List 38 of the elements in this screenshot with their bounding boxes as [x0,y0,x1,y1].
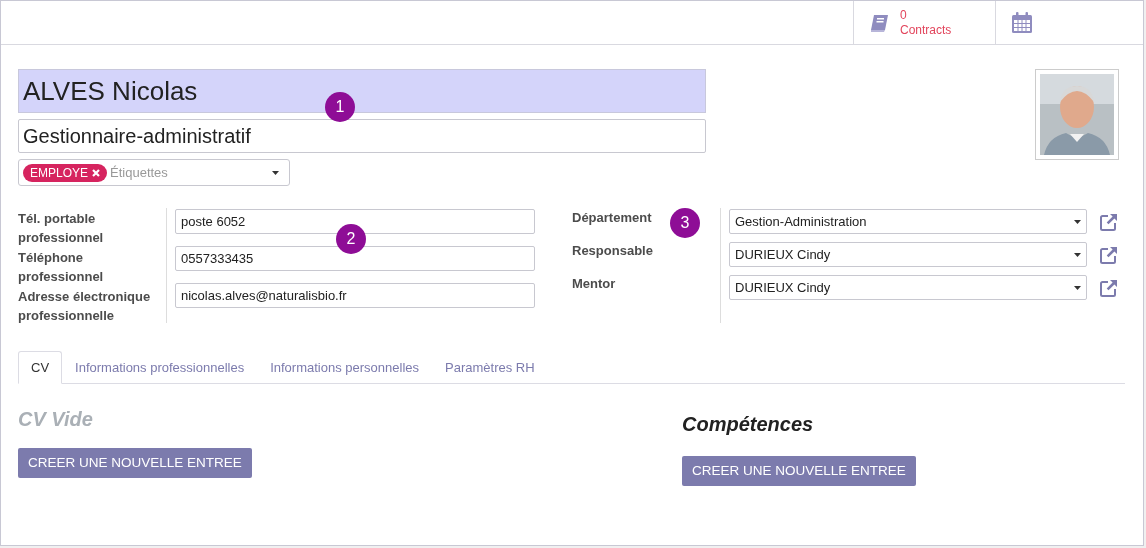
step-marker: 3 [670,208,700,238]
text-field[interactable]: 0557333435 [175,246,535,271]
select-field[interactable]: Gestion-Administration [729,209,1087,234]
field-label: Tél. portable professionnel [18,210,105,245]
tab[interactable]: Paramètres RH [432,351,548,384]
step-marker: 1 [325,92,355,122]
contracts-count: 0 [900,7,908,23]
external-link-icon[interactable] [1099,277,1119,298]
tab[interactable]: Informations personnelles [257,351,432,384]
create-entry-button[interactable]: CREER UNE NOUVELLE ENTREE [18,448,252,478]
caret-icon [1074,219,1081,224]
select-field[interactable]: DURIEUX Cindy [729,242,1087,267]
field-label: Téléphone professionnel [18,249,105,284]
tab[interactable]: Informations professionnelles [62,351,258,384]
tags-field[interactable]: EMPLOYE Étiquettes [18,159,290,186]
caret-icon [272,170,279,175]
remove-icon[interactable] [92,168,101,177]
calendar-icon [1012,12,1032,33]
tag: EMPLOYE [23,163,108,182]
book-icon [870,13,890,32]
caret-icon [1074,252,1081,257]
caret-icon [1074,285,1081,290]
job-title-field[interactable]: Gestionnaire-administratif [18,119,706,153]
create-entry-button[interactable]: CREER UNE NOUVELLE ENTREE [682,456,916,486]
external-link-icon[interactable] [1099,211,1119,232]
skills-title: Compétences [682,412,814,437]
field-label: Mentor [572,275,616,293]
contracts-button[interactable]: 0 Contracts [853,1,995,44]
field-label: Responsable [572,242,653,260]
field-label: Département [572,209,652,227]
tab[interactable]: CV [18,351,63,384]
text-field[interactable]: nicolas.alves@naturalisbio.fr [175,283,535,308]
select-field[interactable]: DURIEUX Cindy [729,275,1087,300]
contracts-label: Contracts [900,22,952,38]
external-link-icon[interactable] [1099,244,1119,265]
field-label: Adresse électronique professionnelle [18,288,152,323]
tags-placeholder: Étiquettes [110,163,169,182]
empty-cv-title: CV Vide [18,407,93,432]
